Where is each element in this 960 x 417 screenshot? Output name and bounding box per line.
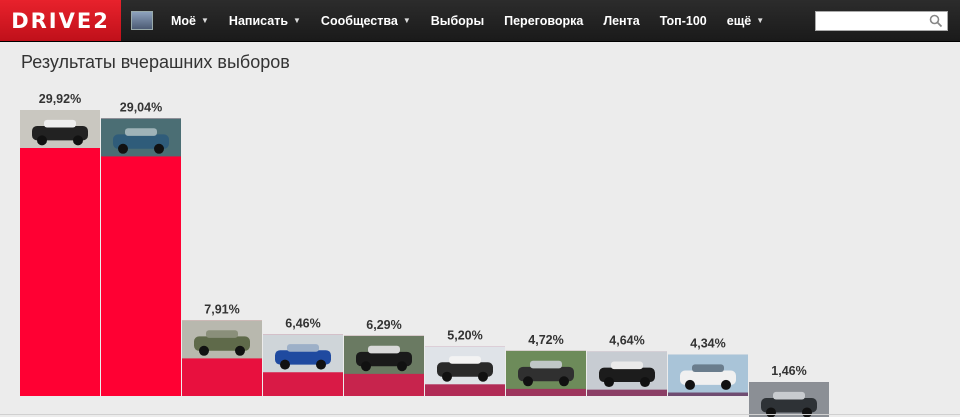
chart-bar-value-label: 6,29%: [366, 318, 401, 332]
chart-bar-value-label: 6,46%: [285, 316, 320, 330]
chart-bar-group[interactable]: 4,34%: [668, 337, 748, 396]
car-photo-green-military-truck[interactable]: [182, 320, 262, 359]
car-photo-classic-blue-sedan[interactable]: [101, 118, 181, 157]
results-bar-chart: 29,92% 29,04% 7,91% 6,46% 6,29% 5,20% 4,72% 4,6…: [20, 92, 829, 417]
car-photo-police-monster-truck[interactable]: [20, 110, 100, 148]
car-photo-black-sedan-snow[interactable]: [587, 351, 667, 390]
car-photo-dark-coupe[interactable]: [506, 350, 586, 389]
chart-bar-group[interactable]: 1,46%: [749, 364, 829, 417]
chart-bar-value-label: 4,72%: [528, 333, 563, 347]
car-photo-blue-hatchback[interactable]: [263, 334, 343, 373]
chart-bar-group[interactable]: 7,91%: [182, 302, 262, 396]
chart-bar-value-label: 4,64%: [609, 334, 644, 348]
chart-bar[interactable]: [20, 110, 100, 396]
chart-bar-group[interactable]: 4,64%: [587, 334, 667, 396]
car-photo-bmw-e34[interactable]: [344, 335, 424, 374]
chart-bar-group[interactable]: 6,29%: [344, 318, 424, 396]
car-photo-car-interior[interactable]: [749, 382, 829, 417]
chart-bar-group[interactable]: 29,92%: [20, 92, 100, 396]
chart-bar-group[interactable]: 29,04%: [101, 100, 181, 396]
chart-bar-group[interactable]: 5,20%: [425, 328, 505, 396]
chart-bar-group[interactable]: 6,46%: [263, 316, 343, 396]
car-photo-white-sedan-city[interactable]: [668, 354, 748, 393]
chart-bar-value-label: 4,34%: [690, 337, 725, 351]
chart-bar[interactable]: [101, 118, 181, 396]
chart-bar-value-label: 5,20%: [447, 328, 482, 342]
chart-bar-value-label: 1,46%: [771, 364, 806, 378]
car-photo-white-sedan-snow[interactable]: [425, 346, 505, 385]
divider: [0, 414, 960, 415]
chart-bar-value-label: 7,91%: [204, 302, 239, 316]
chart-bar-group[interactable]: 4,72%: [506, 333, 586, 396]
chart-bar-value-label: 29,92%: [39, 92, 81, 106]
chart-bar-value-label: 29,04%: [120, 100, 162, 114]
